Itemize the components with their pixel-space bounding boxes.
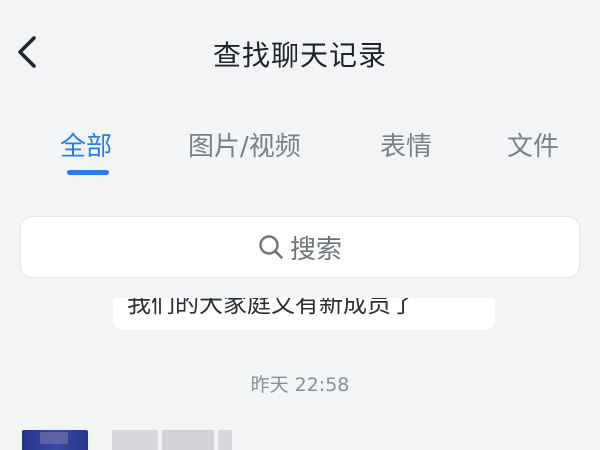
header-bar: 查找聊天记录 (0, 0, 600, 100)
tab-stickers[interactable]: 表情 (380, 126, 432, 163)
message-text: 我们的大家庭又有新成员了 (127, 298, 415, 318)
chat-history-search-screen: 查找聊天记录 全部 图片/视频 表情 文件 搜索 我们的大家庭又有新成员了 昨天… (0, 0, 600, 450)
message-timestamp: 昨天 22:58 (250, 374, 350, 396)
tab-images-videos[interactable]: 图片/视频 (188, 126, 301, 163)
search-input[interactable]: 搜索 (20, 216, 580, 278)
tab-files[interactable]: 文件 (507, 126, 559, 163)
avatar[interactable] (22, 430, 88, 450)
search-placeholder: 搜索 (289, 234, 342, 265)
search-icon (259, 235, 283, 259)
active-tab-indicator (67, 170, 109, 175)
sender-name-blurred (112, 430, 158, 450)
category-tabs: 全部 图片/视频 表情 文件 (0, 126, 600, 186)
search-input-content: 搜索 (21, 217, 579, 277)
message-bubble[interactable]: 我们的大家庭又有新成员了 (113, 298, 495, 330)
tab-all[interactable]: 全部 (60, 126, 112, 163)
page-title: 查找聊天记录 (212, 39, 387, 72)
sender-name-blurred (162, 430, 214, 450)
sender-name-blurred (218, 430, 232, 450)
